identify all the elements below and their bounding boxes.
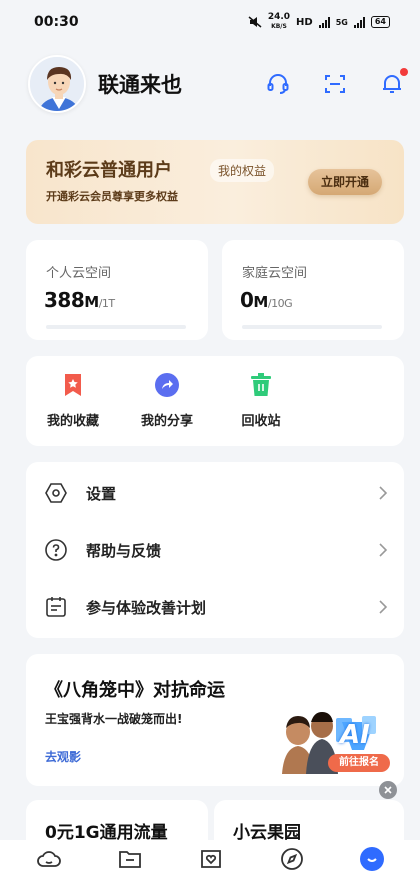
username[interactable]: 联通来也 xyxy=(98,69,182,99)
vip-title: 和彩云普通用户 xyxy=(46,160,172,181)
bell-icon[interactable] xyxy=(380,68,408,96)
menu-item-settings[interactable]: 设置 xyxy=(26,464,406,522)
storage-label: 个人云空间 xyxy=(46,266,112,281)
chevron-right-icon xyxy=(379,486,388,500)
quick-actions: 我的收藏 我的分享 回收站 xyxy=(26,356,404,446)
scan-icon[interactable] xyxy=(323,72,347,96)
status-icons: 24.0 KB/S HD 5G 64 xyxy=(248,13,390,31)
storage-progress xyxy=(46,325,186,329)
my-shares-button[interactable]: 我的分享 xyxy=(132,372,202,429)
movie-banner[interactable]: 《八角笼中》对抗命运 王宝强背水一战破笼而出! 去观影 AI 前往报名 xyxy=(26,654,404,786)
notification-dot xyxy=(400,68,408,76)
banner-title: 《八角笼中》对抗命运 xyxy=(45,680,225,701)
profile-icon xyxy=(367,857,377,862)
benefits-pill[interactable]: 我的权益 xyxy=(210,159,275,182)
trash-icon xyxy=(248,372,274,398)
storage-value: 0M/10G xyxy=(240,288,293,312)
status-time: 00:30 xyxy=(34,14,79,30)
open-vip-button[interactable]: 立即开通 xyxy=(308,169,382,195)
join-button[interactable]: 前往报名 xyxy=(328,754,390,772)
personal-storage-card[interactable]: 个人云空间 388M/1T xyxy=(26,240,208,340)
status-bar: 00:30 24.0 KB/S HD 5G 64 xyxy=(0,0,420,44)
storage-label: 家庭云空间 xyxy=(242,266,308,281)
cloud-icon[interactable] xyxy=(36,846,62,872)
vip-subtitle: 开通彩云会员尊享更多权益 xyxy=(46,190,178,203)
headset-icon[interactable] xyxy=(266,72,290,96)
avatar[interactable] xyxy=(28,55,86,113)
chevron-right-icon xyxy=(379,543,388,557)
storage-progress xyxy=(242,325,382,329)
close-icon xyxy=(384,786,392,794)
chevron-right-icon xyxy=(379,600,388,614)
profile-tab[interactable] xyxy=(360,846,384,871)
settings-icon xyxy=(45,483,67,503)
menu-item-experience-program[interactable]: 参与体验改善计划 xyxy=(26,578,406,636)
vip-card[interactable]: 和彩云普通用户 我的权益 开通彩云会员尊享更多权益 立即开通 xyxy=(26,140,404,224)
clipboard-icon xyxy=(46,597,66,617)
network-type: 5G xyxy=(335,17,348,27)
heart-box-icon[interactable] xyxy=(198,846,224,872)
battery-icon: 64 xyxy=(370,16,390,28)
favorites-button[interactable]: 我的收藏 xyxy=(38,372,108,429)
signal-icon-2 xyxy=(353,16,365,28)
folder-icon[interactable] xyxy=(117,846,143,872)
share-icon xyxy=(154,372,180,398)
mute-icon xyxy=(248,16,262,28)
recycle-bin-button[interactable]: 回收站 xyxy=(226,372,296,429)
settings-menu: 设置 帮助与反馈 参与体验改善计划 xyxy=(26,462,404,638)
avatar-illustration xyxy=(30,57,84,111)
compass-icon[interactable] xyxy=(279,846,305,872)
ai-badge: AI xyxy=(340,720,370,750)
family-storage-card[interactable]: 家庭云空间 0M/10G xyxy=(222,240,404,340)
watch-movie-link[interactable]: 去观影 xyxy=(45,748,81,765)
profile-header: 联通来也 xyxy=(28,54,408,114)
bookmark-icon xyxy=(60,372,86,398)
menu-item-help[interactable]: 帮助与反馈 xyxy=(26,521,406,579)
help-icon xyxy=(45,539,67,561)
hd-indicator: HD xyxy=(296,16,313,28)
signal-icon xyxy=(318,16,330,28)
network-speed: 24.0 KB/S xyxy=(267,12,291,31)
storage-value: 388M/1T xyxy=(44,288,115,312)
banner-subtitle: 王宝强背水一战破笼而出! xyxy=(45,712,183,726)
tab-bar xyxy=(0,840,420,877)
close-banner-button[interactable] xyxy=(379,781,397,799)
